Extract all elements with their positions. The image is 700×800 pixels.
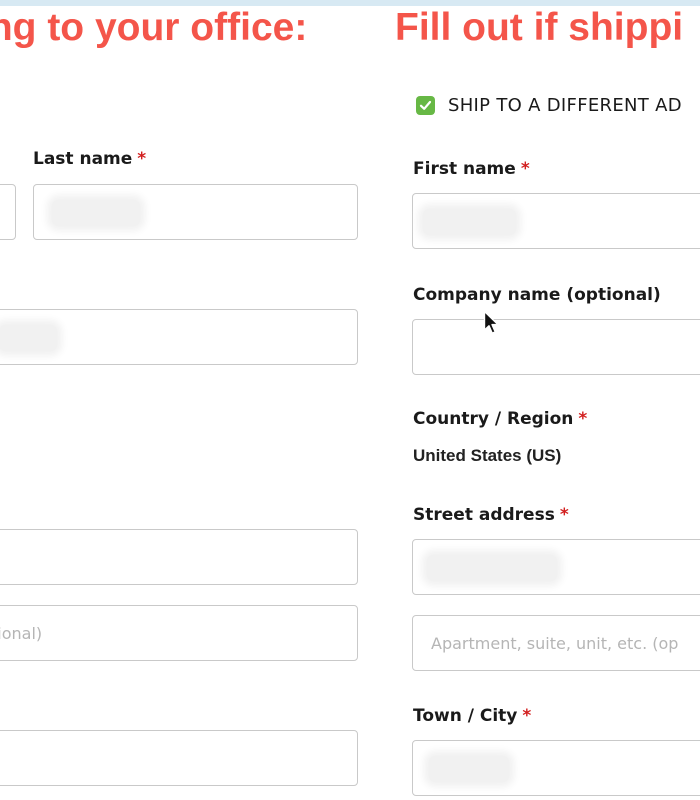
redacted-value [423, 209, 516, 235]
last-name-label: Last name * [33, 148, 146, 170]
shipping-company-field[interactable] [412, 319, 700, 375]
company-name-label: Company name (optional) [413, 285, 661, 305]
shipping-street-field[interactable] [412, 539, 700, 595]
left-heading: ing to your office: [0, 6, 308, 49]
redacted-value [0, 325, 57, 351]
town-city-label-text: Town / City [413, 706, 518, 726]
required-asterisk: * [137, 149, 147, 169]
apartment-placeholder: Apartment, suite, unit, etc. (op [431, 634, 679, 653]
company-field[interactable] [0, 309, 358, 365]
shipping-town-field[interactable] [412, 740, 700, 796]
first-name-label-text: First name [413, 159, 516, 179]
redacted-value [427, 555, 557, 581]
street-address-field[interactable] [0, 529, 358, 585]
shipping-apartment-field[interactable]: Apartment, suite, unit, etc. (op [412, 615, 700, 671]
ship-different-label: SHIP TO A DIFFERENT AD [448, 95, 682, 116]
required-asterisk: * [520, 159, 530, 179]
required-asterisk: * [522, 706, 532, 726]
redacted-value [429, 756, 509, 782]
first-name-field[interactable] [0, 184, 16, 240]
country-label-text: Country / Region [413, 409, 574, 429]
country-label: Country / Region * [413, 408, 587, 430]
required-asterisk: * [559, 505, 569, 525]
redacted-value [52, 200, 140, 226]
ship-different-checkbox[interactable] [416, 96, 435, 115]
town-city-label: Town / City * [413, 705, 531, 727]
right-heading: Fill out if shippi [395, 6, 684, 49]
country-value: United States (US) [413, 446, 562, 465]
shipping-first-name-field[interactable] [412, 193, 700, 249]
street-address-label: Street address * [413, 504, 569, 526]
town-field[interactable] [0, 730, 358, 786]
first-name-label: First name * [413, 158, 530, 180]
address-line-2-placeholder: tional) [0, 624, 43, 643]
last-name-field[interactable] [33, 184, 358, 240]
street-address-label-text: Street address [413, 505, 555, 525]
check-icon [419, 100, 432, 110]
address-line-2-field[interactable]: tional) [0, 605, 358, 661]
mouse-pointer-icon [483, 310, 499, 334]
required-asterisk: * [578, 409, 588, 429]
last-name-label-text: Last name [33, 149, 133, 169]
